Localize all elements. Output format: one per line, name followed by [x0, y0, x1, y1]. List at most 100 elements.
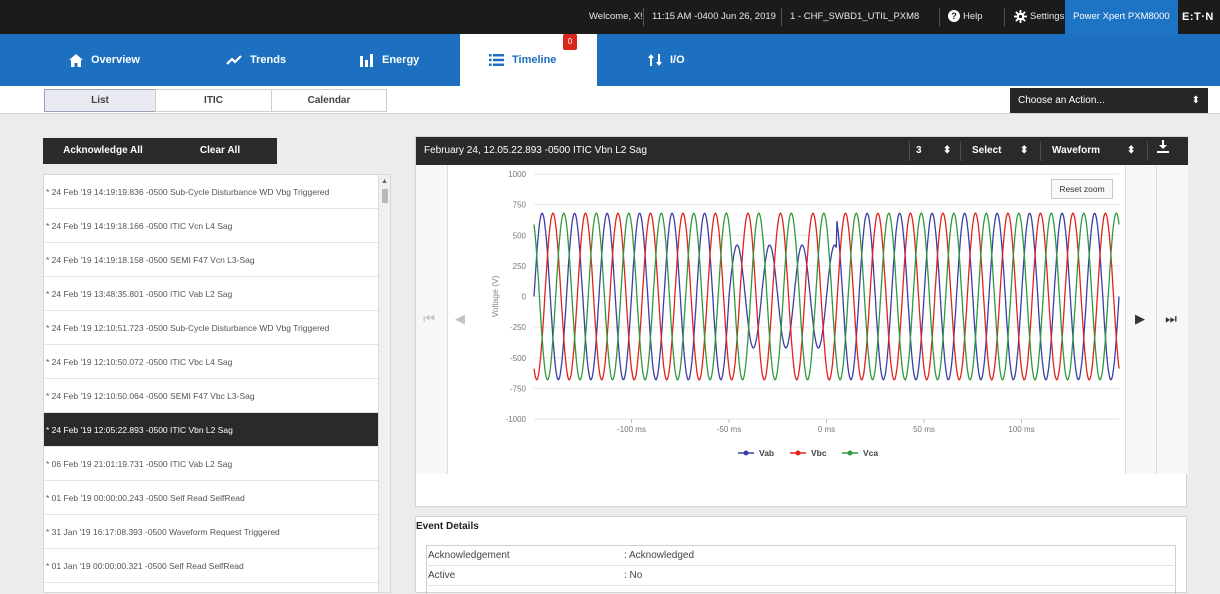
device-name[interactable]: 1 - CHF_SWBD1_UTIL_PXM8	[790, 0, 919, 34]
divider	[909, 141, 910, 161]
waveform-title: February 24, 12.05.22.893 -0500 ITIC Vbn…	[424, 145, 647, 156]
help-label: Help	[963, 11, 983, 22]
event-details-panel: Event Details Acknowledgement : Acknowle…	[415, 516, 1187, 594]
divider	[1040, 141, 1041, 161]
settings-label: Settings	[1030, 11, 1065, 22]
event-list-item[interactable]: * 31 Jan '19 16:17:08.393 -0500 Waveform…	[44, 515, 378, 549]
x-tick-label: 50 ms	[913, 425, 935, 434]
sub-tab-bar: List ITIC Calendar Choose an Action... ⬍	[0, 86, 1220, 114]
tab-io-label: I/O	[670, 54, 685, 66]
x-tick-label: 100 ms	[1008, 425, 1034, 434]
detail-row-active: Active : No	[426, 567, 1176, 586]
y-axis-label: Voltage (V)	[490, 275, 500, 317]
channel-count[interactable]: 3	[916, 137, 922, 165]
divider	[939, 8, 940, 26]
tab-overview-label: Overview	[91, 54, 140, 66]
select-dropdown[interactable]: Select	[972, 137, 1001, 165]
count-spin-icon[interactable]: ⬍	[943, 137, 951, 165]
event-list-item[interactable]: * 24 Feb '19 14:19:18.158 -0500 SEMI F47…	[44, 243, 378, 277]
event-list-item[interactable]: * 01 Jan '19 00:00:00.321 -0500 Self Rea…	[44, 549, 378, 583]
first-event-icon[interactable]: ⏮	[423, 312, 435, 327]
subtab-list[interactable]: List	[44, 89, 156, 112]
detail-key: Active	[428, 570, 456, 581]
x-tick-label: 0 ms	[818, 425, 835, 434]
legend-marker	[743, 450, 749, 456]
datetime-text: 11:15 AM -0400 Jun 26, 2019	[652, 11, 776, 22]
y-tick-label: -750	[510, 384, 527, 393]
help-link[interactable]: ? Help	[948, 0, 983, 34]
divider	[1147, 141, 1148, 161]
event-details-title: Event Details	[416, 521, 479, 532]
view-dropdown[interactable]: Waveform	[1052, 137, 1100, 165]
y-tick-label: 0	[522, 293, 527, 302]
y-tick-label: 750	[513, 201, 527, 210]
event-list-item[interactable]: * 24 Feb '19 12:05:22.893 -0500 ITIC Vbn…	[44, 413, 378, 447]
y-tick-label: -1000	[506, 415, 527, 424]
x-tick-label: -100 ms	[617, 425, 646, 434]
clear-all-button[interactable]: Clear All	[163, 138, 277, 164]
select-spin-icon[interactable]: ⬍	[1020, 137, 1028, 165]
tab-trends-label: Trends	[250, 54, 287, 66]
legend-label: Vca	[863, 448, 878, 458]
notification-badge: 0	[563, 34, 577, 50]
divider	[643, 8, 644, 26]
subtab-itic[interactable]: ITIC	[155, 89, 272, 112]
event-list: * 24 Feb '19 14:19:19.836 -0500 Sub-Cycl…	[43, 174, 391, 593]
acknowledge-all-button[interactable]: Acknowledge All	[43, 138, 163, 164]
top-status-bar: Welcome, X! 11:15 AM -0400 Jun 26, 2019 …	[0, 0, 1220, 34]
list-icon	[489, 54, 504, 67]
tab-overview[interactable]: Overview	[69, 34, 140, 86]
main-navigation: Overview Trends Energy Timeline 0 I/O	[0, 34, 1220, 86]
event-list-item[interactable]: * 24 Feb '19 12:10:51.723 -0500 Sub-Cycl…	[44, 311, 378, 345]
tab-trends[interactable]: Trends	[226, 34, 286, 86]
waveform-chart[interactable]: 1000 750 500 250 0 -250 -500 -750 -1000 -100 ms -5…	[416, 165, 1188, 474]
home-icon	[69, 53, 83, 67]
tab-timeline-label: Timeline	[512, 54, 557, 66]
scroll-up-icon[interactable]: ▲	[381, 178, 388, 185]
subtab-calendar[interactable]: Calendar	[271, 89, 387, 112]
gear-icon	[1014, 9, 1027, 23]
legend-label: Vab	[759, 448, 774, 458]
choose-action-select[interactable]: Choose an Action... ⬍	[1010, 88, 1208, 113]
settings-link[interactable]: Settings	[1014, 0, 1064, 34]
event-list-item[interactable]: * 24 Feb '19 13:48:35.801 -0500 ITIC Vab…	[44, 277, 378, 311]
tab-io[interactable]: I/O	[648, 34, 685, 86]
event-list-item[interactable]: * 24 Feb '19 14:19:19.836 -0500 Sub-Cycl…	[44, 175, 378, 209]
event-list-item[interactable]: * 24 Feb '19 12:10:50.064 -0500 SEMI F47…	[44, 379, 378, 413]
tab-energy[interactable]: Energy	[360, 34, 419, 86]
detail-key: Acknowledgement	[428, 550, 510, 561]
y-tick-label: -500	[510, 354, 527, 363]
x-tick-label: -50 ms	[717, 425, 741, 434]
product-name: Power Xpert PXM8000	[1065, 0, 1178, 34]
download-icon	[1157, 140, 1169, 153]
download-button[interactable]	[1157, 137, 1169, 165]
y-tick-label: 500	[513, 231, 527, 240]
detail-value: : No	[624, 570, 643, 581]
y-tick-label: 250	[513, 262, 527, 271]
event-list-item[interactable]: * 06 Feb '19 21:01:19.731 -0500 ITIC Vab…	[44, 447, 378, 481]
waveform-header: February 24, 12.05.22.893 -0500 ITIC Vbn…	[416, 137, 1188, 165]
welcome-text: Welcome, X!	[589, 11, 643, 22]
legend-label: Vbc	[811, 448, 827, 458]
trend-line-icon	[226, 55, 242, 65]
detail-value: : Acknowledged	[624, 550, 695, 561]
waveform-panel: February 24, 12.05.22.893 -0500 ITIC Vbn…	[415, 136, 1188, 507]
event-list-scrollbar[interactable]: ▲	[378, 175, 390, 592]
select-arrows-icon: ⬍	[1191, 95, 1200, 106]
view-spin-icon[interactable]: ⬍	[1127, 137, 1135, 165]
last-event-icon[interactable]: ⏭	[1165, 312, 1177, 327]
bar-chart-icon	[360, 53, 373, 67]
tab-timeline[interactable]: Timeline 0	[460, 34, 597, 86]
event-list-item[interactable]: * 01 Feb '19 00:00:00.243 -0500 Self Rea…	[44, 481, 378, 515]
divider	[781, 8, 782, 26]
previous-event-icon[interactable]: ◀	[455, 312, 465, 327]
io-arrows-icon	[648, 54, 662, 67]
svg-text:?: ?	[951, 11, 957, 21]
tab-energy-label: Energy	[382, 54, 420, 66]
detail-row-acknowledgement: Acknowledgement : Acknowledged	[426, 547, 1176, 566]
event-list-item[interactable]: * 24 Feb '19 14:19:18.166 -0500 ITIC Vcn…	[44, 209, 378, 243]
scrollbar-thumb[interactable]	[382, 189, 388, 203]
next-event-icon[interactable]: ▶	[1135, 312, 1145, 327]
reset-zoom-button[interactable]: Reset zoom	[1051, 179, 1113, 199]
event-list-item[interactable]: * 24 Feb '19 12:10:50.072 -0500 ITIC Vbc…	[44, 345, 378, 379]
